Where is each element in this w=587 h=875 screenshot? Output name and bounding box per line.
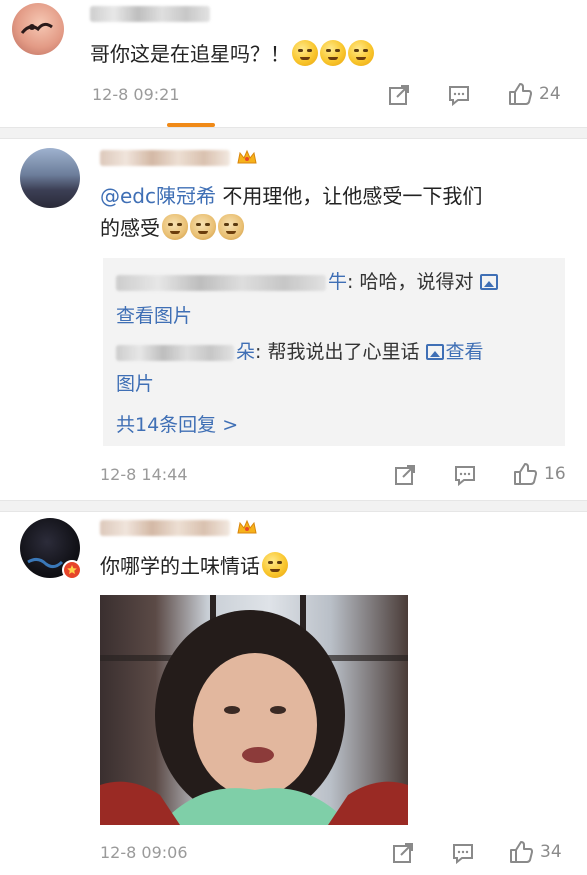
view-image-text[interactable]: 查看图片 [116,305,192,327]
share-icon [393,843,413,863]
like-count: 24 [539,84,561,104]
photo-still-icon [100,595,408,825]
divider [0,127,587,139]
comment-body: 你哪学的土味情话 [100,554,260,578]
like-button[interactable]: 34 [508,839,562,865]
username-blurred[interactable] [100,520,230,536]
like-count: 34 [540,842,562,862]
avatar[interactable] [12,3,64,55]
image-icon [479,274,498,290]
reply-username-blurred[interactable] [116,345,234,361]
username-blurred[interactable] [100,150,230,166]
reply-username-blurred[interactable] [116,275,326,291]
divider [0,500,587,512]
comment-icon [455,466,475,487]
username-blurred[interactable] [90,6,210,22]
like-button[interactable]: 16 [512,461,566,487]
reply-name-tail[interactable]: 朵 [236,341,255,363]
vip-crown-icon [237,149,257,164]
comment-time: 12-8 14:44 [100,465,188,484]
doge-icon [218,214,244,240]
comment-icon [449,86,469,107]
reply-button[interactable] [451,841,475,865]
share-button[interactable] [391,841,415,865]
comment-body: 哥你这是在追星吗？！ [90,42,290,66]
grin-icon [292,40,318,66]
avatar[interactable] [20,148,80,208]
verified-badge-icon [62,560,82,580]
smirk-icon [262,552,288,578]
reply-button[interactable] [447,83,471,107]
comment-image[interactable] [100,595,408,825]
thumbs-up-icon [514,463,537,485]
comment-text: 哥你这是在追星吗？！ [90,38,374,70]
comment-text: 你哪学的土味情话 [100,550,288,582]
image-icon [425,344,444,360]
share-button[interactable] [393,463,417,487]
view-image-text[interactable]: 查看 [446,341,484,363]
mention-link[interactable]: @edc陳冠希 [100,184,216,208]
comment-text: @edc陳冠希 不用理他，让他感受一下我们 的感受 [100,180,570,244]
more-replies-link[interactable]: 共14条回复 > [116,410,238,437]
reply-item[interactable]: 朵: 帮我说出了心里话 查看 [236,336,484,368]
share-button[interactable] [387,83,411,107]
vip-crown-icon [237,519,257,534]
share-icon [395,465,415,485]
thumbs-up-icon [510,841,533,863]
view-image-link[interactable]: 图片 [116,368,154,400]
like-button[interactable]: 24 [507,81,561,107]
reply-button[interactable] [453,463,477,487]
comment-time: 12-8 09:21 [92,85,180,104]
grin-icon [348,40,374,66]
doge-icon [190,214,216,240]
doge-icon [162,214,188,240]
grin-icon [320,40,346,66]
comment-time: 12-8 09:06 [100,843,188,862]
share-icon [389,85,409,105]
comment-icon [453,844,473,865]
like-count: 16 [544,464,566,484]
reply-name-tail[interactable]: 牛 [328,271,347,293]
view-image-link[interactable]: 查看图片 [116,300,192,332]
reply-text: : 哈哈，说得对 [347,271,474,293]
reply-item[interactable]: 牛: 哈哈，说得对 [328,266,500,298]
comment-body-cont: 的感受 [100,216,160,240]
thumbs-up-icon [509,83,532,105]
view-image-text[interactable]: 图片 [116,373,154,395]
avatar-figure-icon [20,22,53,34]
reply-text: : 帮我说出了心里话 [255,341,420,363]
comment-body: 不用理他，让他感受一下我们 [216,184,483,208]
